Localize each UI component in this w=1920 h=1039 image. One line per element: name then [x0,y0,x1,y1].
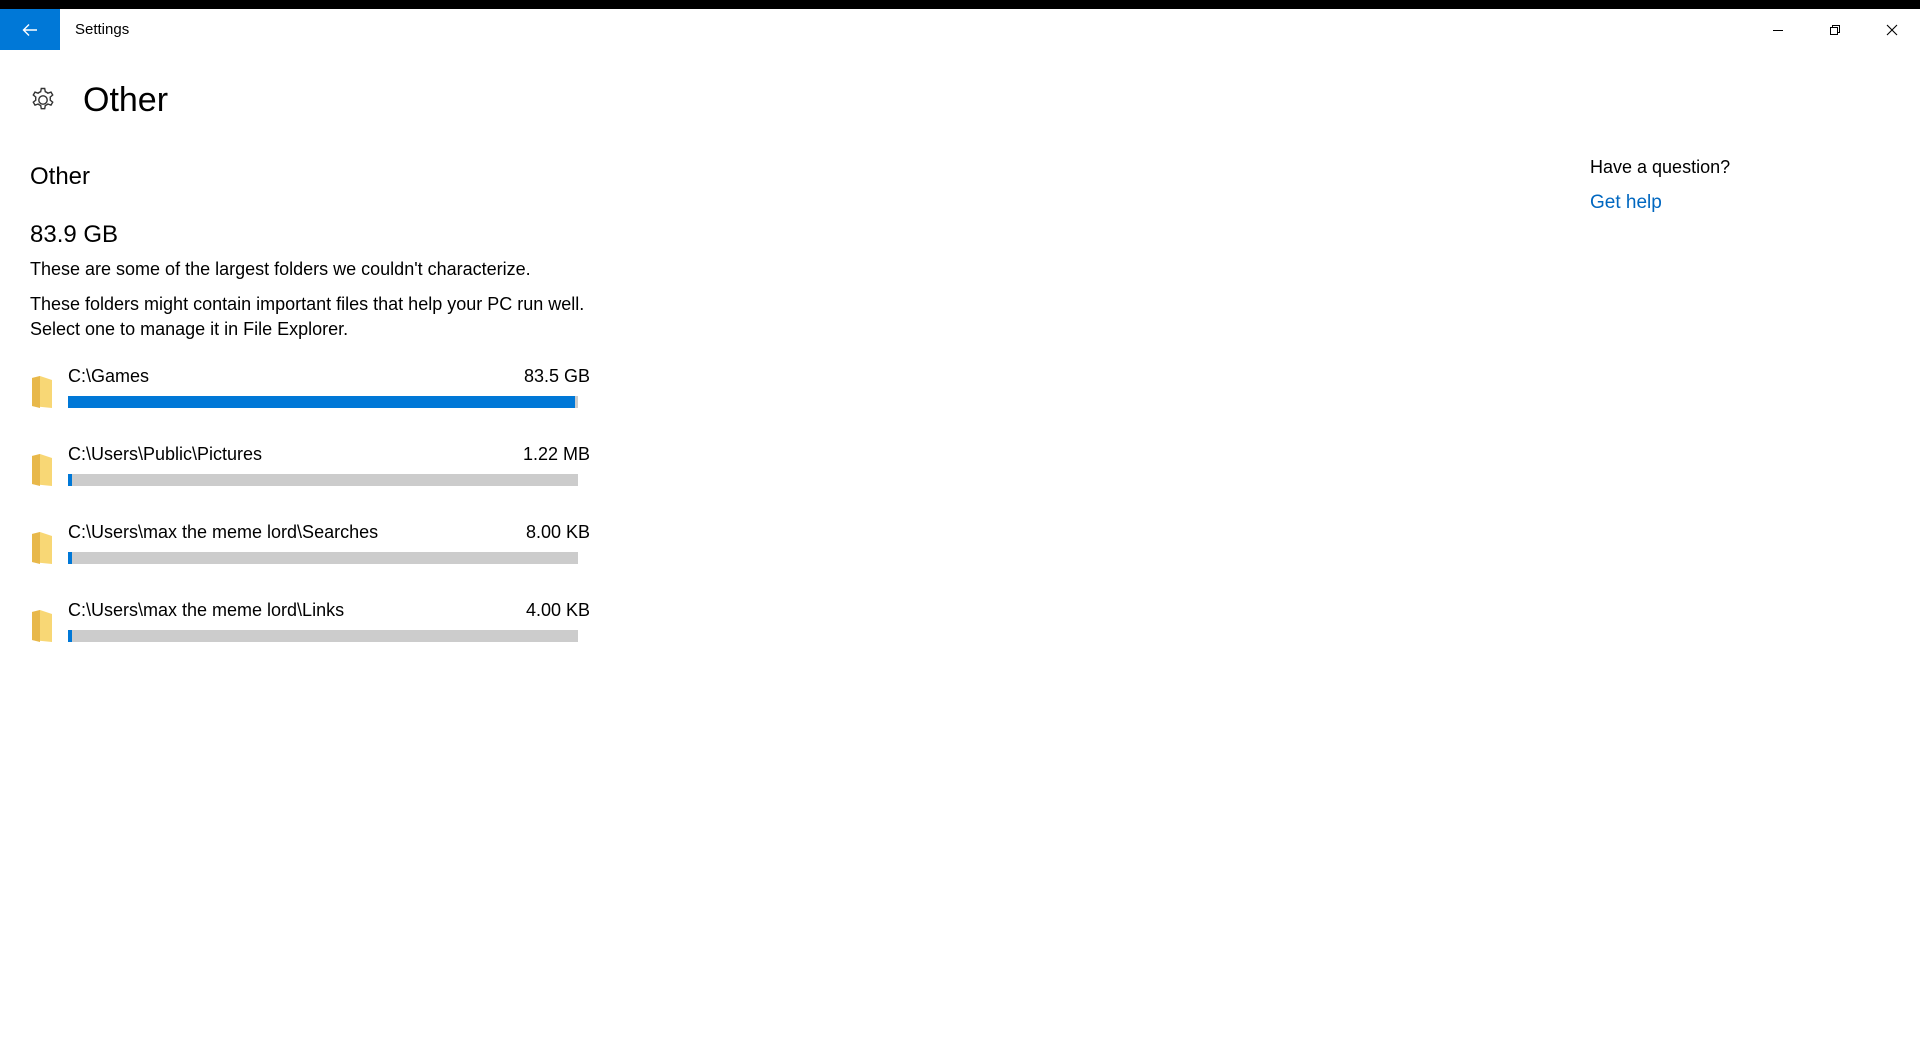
folder-item-links[interactable]: C:\Users\max the meme lord\Links 4.00 KB [30,598,590,676]
folder-icon [32,610,52,642]
restore-button[interactable] [1806,9,1863,50]
close-icon [1886,24,1897,35]
usage-bar-fill [68,552,72,564]
minimize-button[interactable] [1749,9,1806,50]
folder-path: C:\Users\Public\Pictures [68,444,263,464]
folder-path: C:\Users\max the meme lord\Links [68,600,345,620]
usage-bar-fill [68,630,72,642]
folder-item-public-pictures[interactable]: C:\Users\Public\Pictures 1.22 MB [30,442,590,520]
usage-bar [68,474,578,486]
main-content: Other 83.9 GB These are some of the larg… [30,160,590,676]
top-edge [0,0,1920,9]
usage-bar-fill [68,474,72,486]
usage-bar [68,396,578,408]
folder-path: C:\Users\max the meme lord\Searches [68,522,379,542]
help-question: Have a question? [1590,157,1731,177]
folder-size: 4.00 KB [525,600,590,620]
folder-size: 1.22 MB [522,444,590,464]
folder-item-searches[interactable]: C:\Users\max the meme lord\Searches 8.00… [30,520,590,598]
description-line-2: These folders might contain important fi… [30,294,585,339]
folder-list: C:\Games 83.5 GB C:\Users\Public\Picture… [30,364,590,676]
arrow-left-icon [22,23,37,36]
back-button[interactable] [0,9,60,50]
title-bar: Settings [0,9,1920,50]
window-controls [1749,9,1920,50]
restore-icon [1829,24,1840,35]
usage-bar [68,630,578,642]
folder-item-games[interactable]: C:\Games 83.5 GB [30,364,590,442]
page-header: Other [28,80,168,120]
folder-size: 8.00 KB [525,522,590,542]
help-panel: Have a question? Get help [1590,155,1730,215]
minimize-icon [1772,29,1783,31]
folder-size: 83.5 GB [523,366,590,386]
section-title: Other [30,163,91,190]
description-line-1: These are some of the largest folders we… [30,259,531,279]
app-title: Settings [75,21,130,38]
usage-bar [68,552,578,564]
folder-icon [32,532,52,564]
gear-icon [28,85,58,115]
folder-icon [32,376,52,408]
get-help-link[interactable]: Get help [1590,190,1730,215]
close-button[interactable] [1863,9,1920,50]
total-size: 83.9 GB [30,221,119,248]
folder-icon [32,454,52,486]
usage-bar-fill [68,396,576,408]
page-title: Other [83,81,169,119]
folder-path: C:\Games [68,366,150,386]
